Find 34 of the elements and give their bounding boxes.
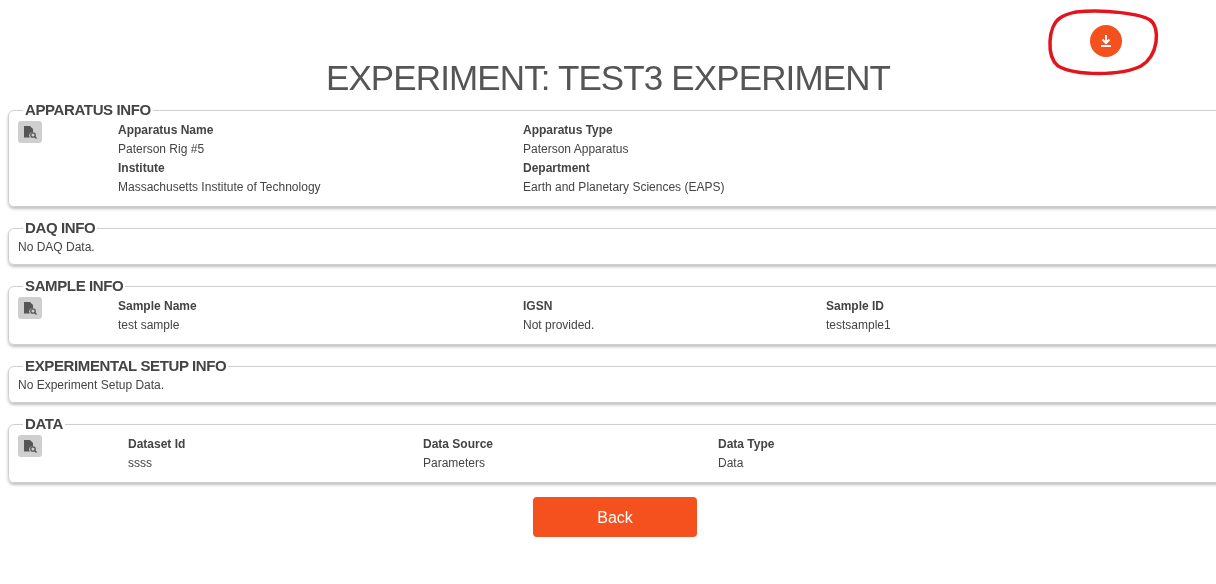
field-label: Dataset Id <box>128 436 187 453</box>
download-button[interactable] <box>1090 25 1122 57</box>
section-heading: APPARATUS INFO <box>24 101 152 119</box>
document-search-icon <box>18 297 42 319</box>
document-search-icon <box>18 121 42 143</box>
field-label: Sample Name <box>118 298 198 315</box>
empty-message: No Experiment Setup Data. <box>18 377 166 393</box>
document-search-icon <box>18 435 42 457</box>
field-value: ssss <box>128 455 153 472</box>
field-label: Institute <box>118 160 166 177</box>
field-label: Department <box>523 160 591 177</box>
section-heading: SAMPLE INFO <box>24 277 125 295</box>
empty-message: No DAQ Data. <box>18 239 96 255</box>
field-label: IGSN <box>523 298 554 315</box>
field-value: Earth and Planetary Sciences (EAPS) <box>523 179 726 196</box>
page-title: EXPERIMENT: TEST3 EXPERIMENT <box>325 57 891 99</box>
section-heading: DATA <box>24 415 64 433</box>
field-value: testsample1 <box>826 317 892 334</box>
field-label: Apparatus Type <box>523 122 614 139</box>
field-value: Parameters <box>423 455 487 472</box>
field-label: Apparatus Name <box>118 122 215 139</box>
section-heading: DAQ INFO <box>24 219 97 237</box>
field-label: Data Source <box>423 436 495 453</box>
section-heading: EXPERIMENTAL SETUP INFO <box>24 357 228 375</box>
field-value: Data <box>718 455 745 472</box>
back-button[interactable]: Back <box>533 497 697 537</box>
field-value: Massachusetts Institute of Technology <box>118 179 322 196</box>
field-label: Data Type <box>718 436 776 453</box>
field-value: Not provided. <box>523 317 596 334</box>
field-value: test sample <box>118 317 181 334</box>
field-value: Paterson Rig #5 <box>118 141 206 158</box>
field-label: Sample ID <box>826 298 886 315</box>
field-value: Paterson Apparatus <box>523 141 630 158</box>
download-icon <box>1098 33 1114 49</box>
